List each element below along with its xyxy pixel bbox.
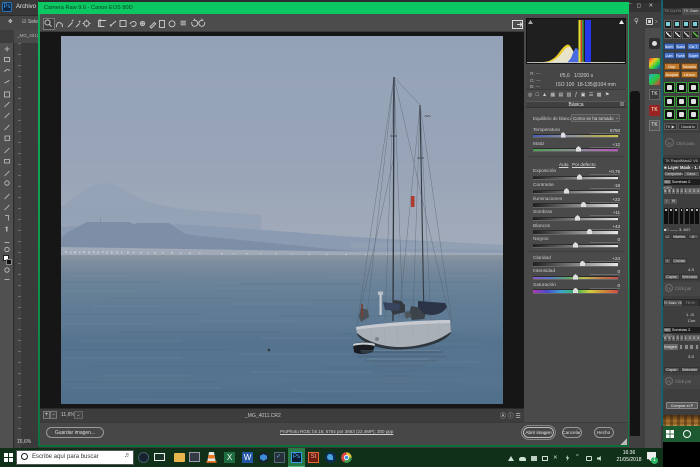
svg-text:T: T	[5, 228, 9, 234]
